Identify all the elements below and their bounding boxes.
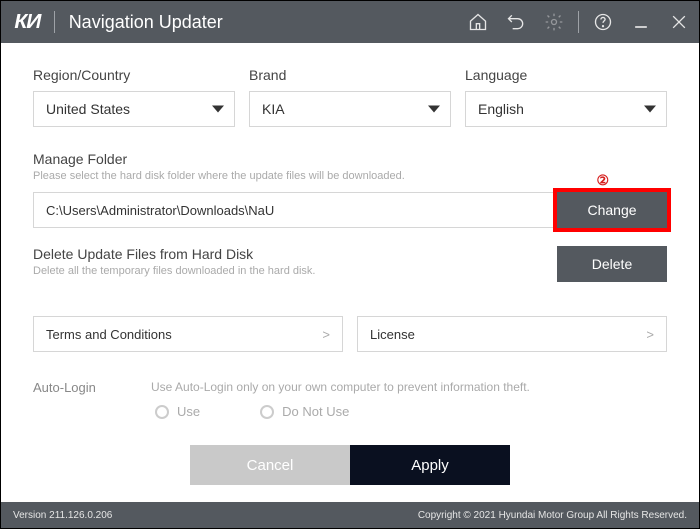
help-icon[interactable] (593, 12, 613, 32)
region-select[interactable]: United States (33, 91, 235, 127)
chevron-down-icon (212, 106, 224, 113)
version-text: Version 211.126.0.206 (13, 510, 112, 521)
action-row: Cancel Apply (33, 445, 667, 485)
auto-login-hint: Use Auto-Login only on your own computer… (151, 380, 667, 394)
cancel-button[interactable]: Cancel (190, 445, 350, 485)
top-dropdown-row: Region/Country United States Brand KIA L… (33, 67, 667, 127)
region-field: Region/Country United States (33, 67, 235, 127)
radio-use[interactable]: Use (155, 404, 200, 419)
auto-login-radios: Use Do Not Use (155, 404, 667, 419)
license-link[interactable]: License > (357, 316, 667, 352)
region-label: Region/Country (33, 67, 235, 83)
content-area: Region/Country United States Brand KIA L… (1, 43, 699, 502)
minimize-icon[interactable] (631, 12, 651, 32)
app-window: КИ Navigation Updater (0, 0, 700, 529)
app-title: Navigation Updater (69, 12, 223, 33)
auto-login-section: Auto-Login Use Auto-Login only on your o… (33, 380, 667, 419)
folder-row: ② C:\Users\Administrator\Downloads\NaU C… (33, 192, 667, 228)
callout-marker-2: ② (596, 172, 609, 189)
delete-section: Delete Update Files from Hard Disk Delet… (33, 246, 667, 282)
links-row: Terms and Conditions > License > (33, 316, 667, 352)
language-value: English (478, 101, 524, 117)
radio-icon (260, 405, 274, 419)
terms-link[interactable]: Terms and Conditions > (33, 316, 343, 352)
radio-not-use-label: Do Not Use (282, 404, 349, 419)
chevron-right-icon: > (322, 327, 330, 342)
brand-logo: КИ (14, 11, 40, 34)
radio-use-label: Use (177, 404, 200, 419)
title-bar: КИ Navigation Updater (1, 1, 699, 43)
folder-path-input[interactable]: C:\Users\Administrator\Downloads\NaU (33, 192, 557, 228)
footer: Version 211.126.0.206 Copyright © 2021 H… (1, 502, 699, 528)
close-icon[interactable] (669, 12, 689, 32)
terms-label: Terms and Conditions (46, 327, 172, 342)
delete-title: Delete Update Files from Hard Disk (33, 246, 557, 262)
manage-folder-hint: Please select the hard disk folder where… (33, 170, 667, 182)
folder-path-value: C:\Users\Administrator\Downloads\NaU (46, 203, 274, 218)
license-label: License (370, 327, 415, 342)
manage-folder-section: Manage Folder Please select the hard dis… (33, 151, 667, 228)
brand-select[interactable]: KIA (249, 91, 451, 127)
delete-button[interactable]: Delete (557, 246, 667, 282)
language-label: Language (465, 67, 667, 83)
chevron-down-icon (428, 106, 440, 113)
radio-icon (155, 405, 169, 419)
brand-value: KIA (262, 101, 285, 117)
delete-hint: Delete all the temporary files downloade… (33, 265, 557, 277)
title-separator (54, 11, 55, 33)
apply-button[interactable]: Apply (350, 445, 510, 485)
auto-login-label: Auto-Login (33, 380, 123, 395)
gear-icon[interactable] (544, 12, 564, 32)
brand-field: Brand KIA (249, 67, 451, 127)
change-button[interactable]: Change (557, 192, 667, 228)
manage-folder-title: Manage Folder (33, 151, 667, 167)
copyright-text: Copyright © 2021 Hyundai Motor Group All… (418, 510, 687, 521)
region-value: United States (46, 101, 130, 117)
radio-do-not-use[interactable]: Do Not Use (260, 404, 349, 419)
chevron-down-icon (644, 106, 656, 113)
chevron-right-icon: > (646, 327, 654, 342)
title-icons (468, 11, 689, 33)
icons-separator (578, 11, 579, 33)
language-field: Language English (465, 67, 667, 127)
undo-icon[interactable] (506, 12, 526, 32)
language-select[interactable]: English (465, 91, 667, 127)
home-icon[interactable] (468, 12, 488, 32)
brand-label: Brand (249, 67, 451, 83)
